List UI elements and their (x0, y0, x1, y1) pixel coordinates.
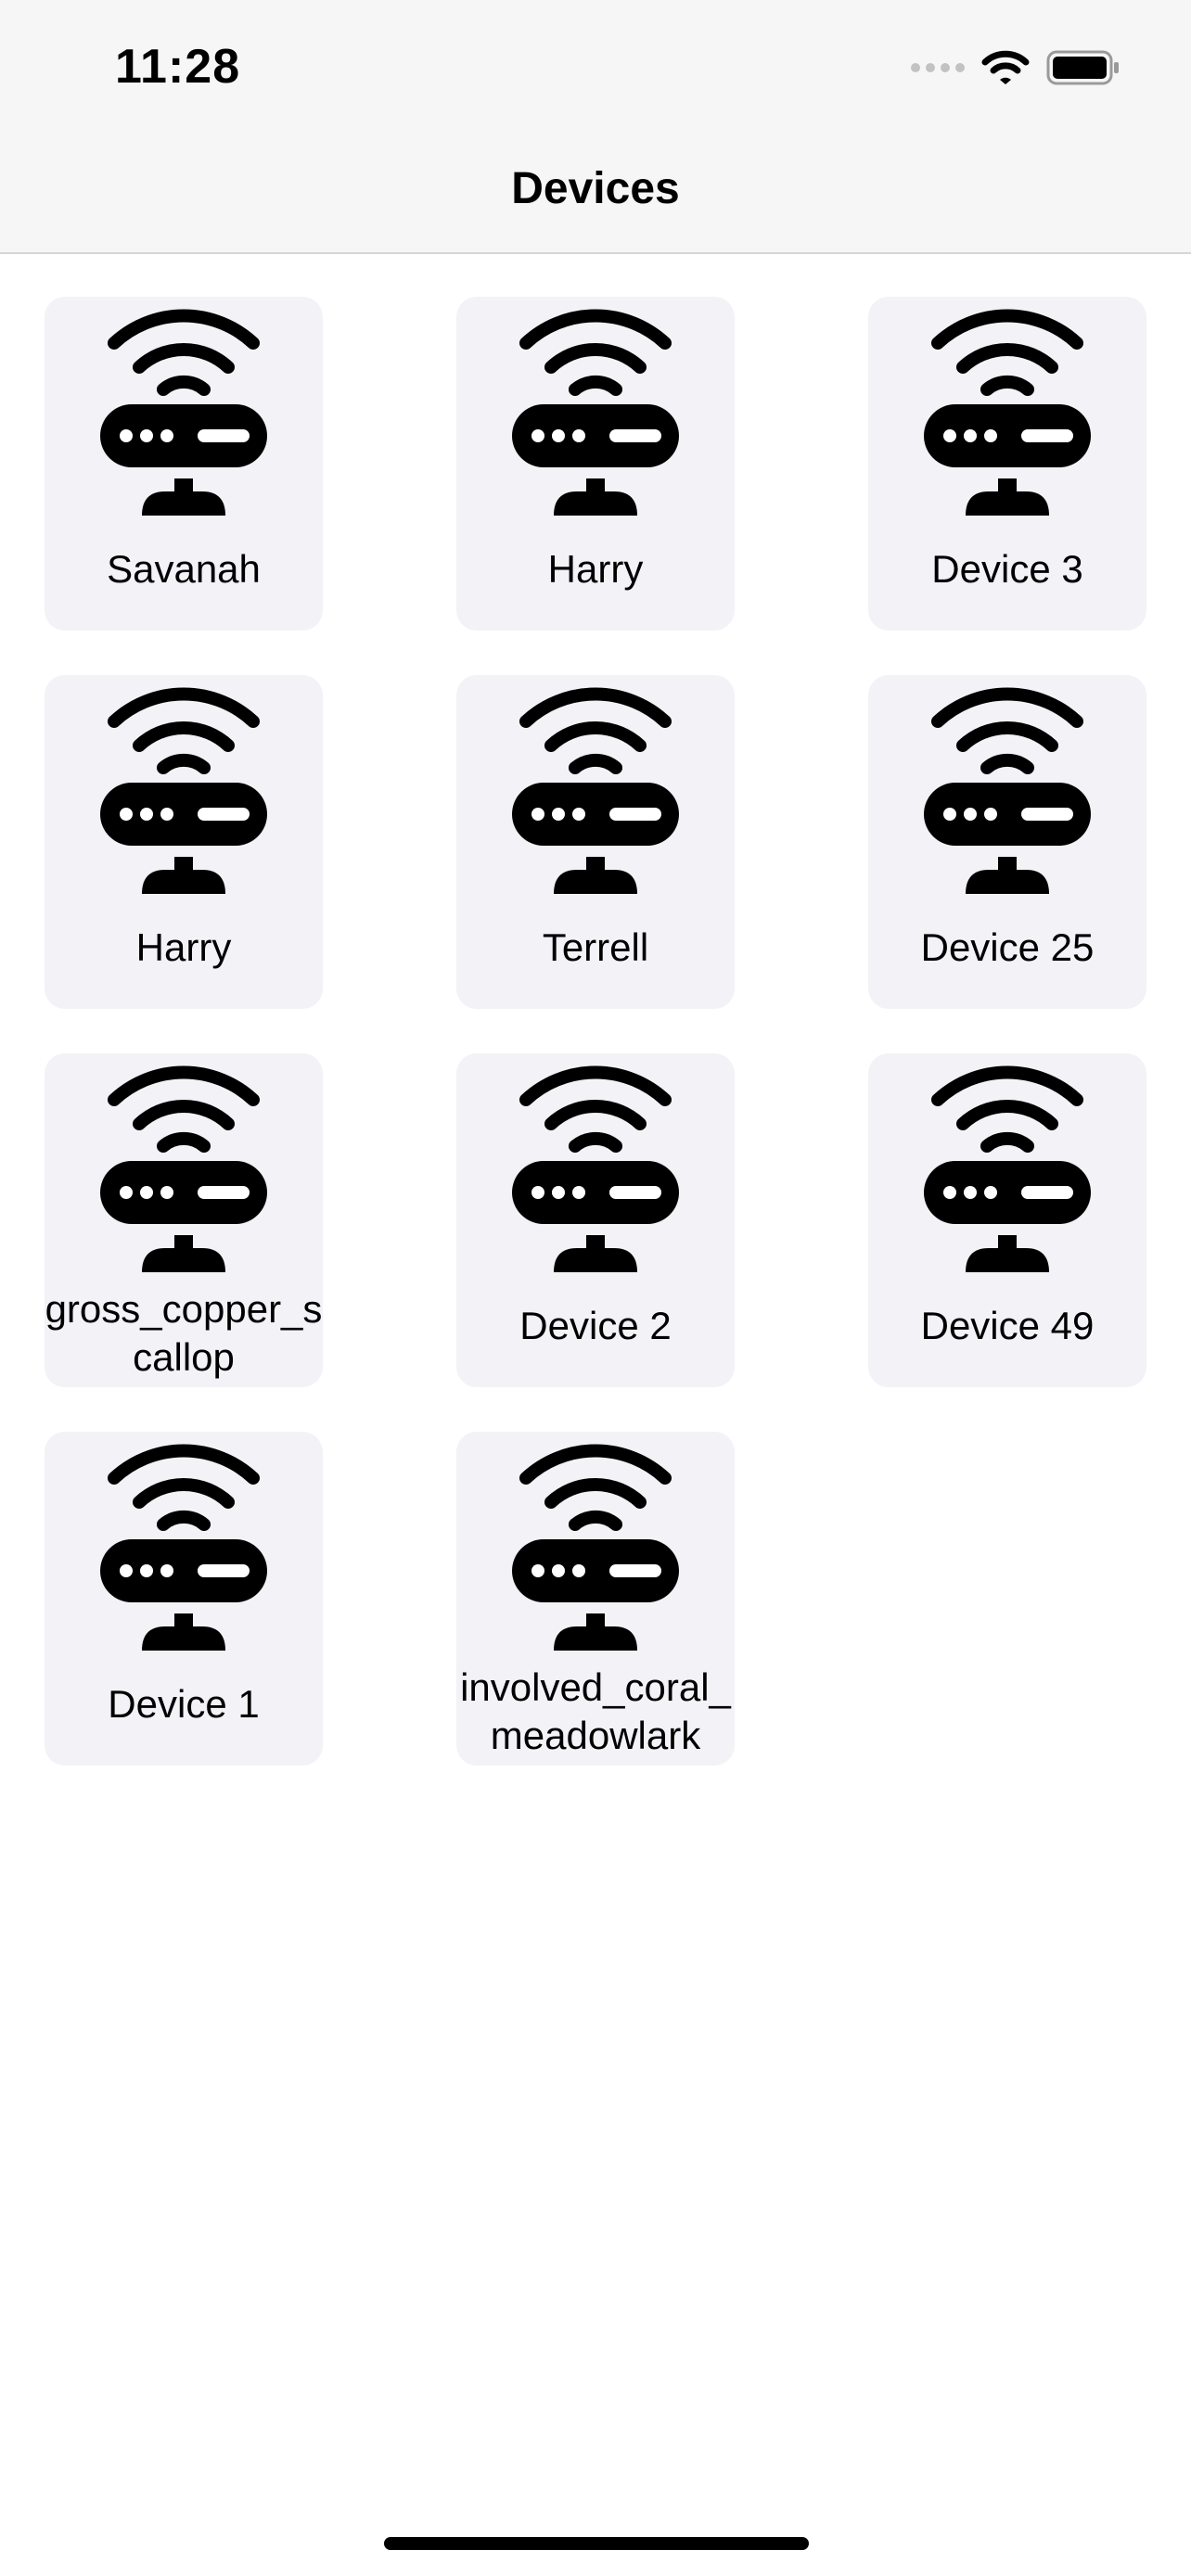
device-label: Harry (547, 547, 644, 591)
device-tile[interactable]: Harry (456, 297, 735, 631)
device-tile[interactable]: Terrell (456, 675, 735, 1009)
device-label: Device 2 (519, 1304, 672, 1347)
device-label: Terrell (542, 925, 649, 969)
device-label: Savanah (107, 547, 261, 591)
router-wifi-icon (484, 297, 707, 519)
device-label: Device 49 (920, 1304, 1095, 1347)
router-wifi-icon (484, 1432, 707, 1654)
device-label: Device 3 (931, 547, 1083, 591)
device-label: involved_coral_meadowlark (460, 1665, 731, 1757)
router-wifi-icon (72, 1432, 295, 1654)
router-wifi-icon (72, 1053, 295, 1276)
status-icons (911, 43, 1121, 93)
device-tile[interactable]: Device 1 (45, 1432, 323, 1766)
router-wifi-icon (72, 675, 295, 898)
router-wifi-icon (896, 1053, 1119, 1276)
device-tile[interactable]: Harry (45, 675, 323, 1009)
router-wifi-icon (484, 675, 707, 898)
home-indicator[interactable] (384, 2537, 809, 2550)
router-wifi-icon (896, 675, 1119, 898)
router-wifi-icon (484, 1053, 707, 1276)
wifi-icon (981, 50, 1030, 84)
device-grid: Savanah Harry Device 3 Harry Terrell Dev… (45, 297, 1146, 1766)
device-label: gross_copper_scallop (45, 1287, 323, 1379)
device-tile[interactable]: Device 3 (868, 297, 1146, 631)
device-label: Device 25 (920, 925, 1095, 969)
battery-icon (1046, 50, 1119, 85)
device-tile[interactable]: Savanah (45, 297, 323, 631)
status-time: 11:28 (115, 40, 241, 94)
cellular-signal-icon (911, 63, 965, 72)
device-tile[interactable]: involved_coral_meadowlark (456, 1432, 735, 1766)
device-tile[interactable]: gross_copper_scallop (45, 1053, 323, 1387)
router-wifi-icon (72, 297, 295, 519)
page-title: Devices (511, 164, 680, 213)
device-tile[interactable]: Device 2 (456, 1053, 735, 1387)
device-label: Device 1 (108, 1682, 260, 1726)
device-tile[interactable]: Device 49 (868, 1053, 1146, 1387)
device-label: Harry (135, 925, 232, 969)
device-tile[interactable]: Device 25 (868, 675, 1146, 1009)
router-wifi-icon (896, 297, 1119, 519)
navigation-header: 11:28 Devices (0, 0, 1191, 254)
